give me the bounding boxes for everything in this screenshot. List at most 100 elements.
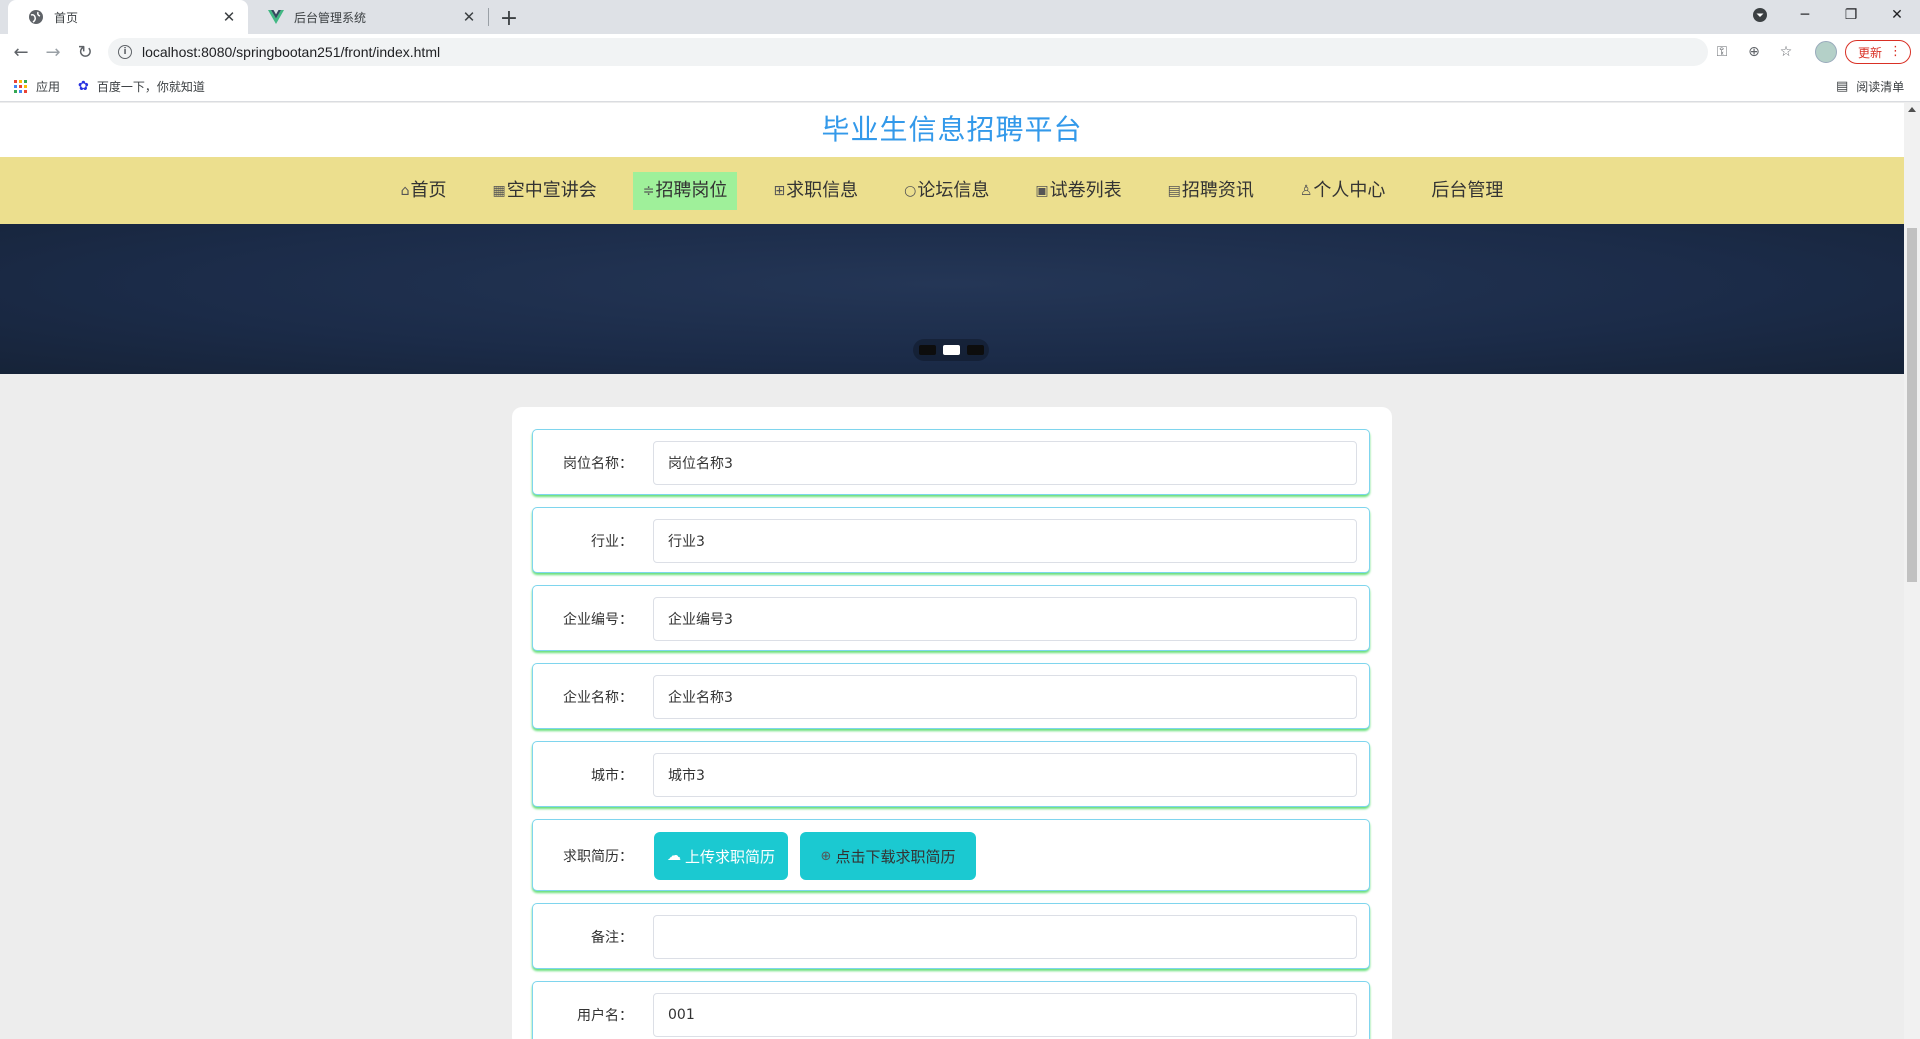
nav-label: 论坛信息 — [917, 179, 990, 201]
grid-icon: ▦ — [492, 182, 506, 199]
industry-input[interactable]: 行业3 — [653, 519, 1357, 563]
carousel-dot-active[interactable] — [942, 345, 960, 355]
nav-item-jobs[interactable]: ≑ 招聘岗位 — [632, 171, 738, 210]
bookmark-apps[interactable]: 应用 — [14, 78, 60, 95]
tab-separator — [488, 8, 489, 26]
field-label: 求职简历： — [563, 849, 633, 865]
address-bar[interactable]: i localhost:8080/springbootan251/front/i… — [108, 38, 1792, 66]
field-label: 企业名称： — [563, 690, 633, 706]
apps-icon: ▣ — [1035, 182, 1049, 199]
restore-icon[interactable]: ❐ — [1828, 0, 1874, 30]
back-arrow-icon[interactable]: ← — [8, 39, 34, 65]
url-text: localhost:8080/springbootan251/front/ind… — [142, 44, 441, 60]
user-icon: ♙ — [1299, 182, 1313, 199]
tab-admin[interactable]: 后台管理系统 ✕ — [248, 0, 488, 34]
baidu-paw-icon: ✿ — [78, 79, 89, 94]
circle-icon: ○ — [904, 182, 917, 199]
nav-item-profile[interactable]: ♙ 个人中心 — [1290, 172, 1396, 210]
menu-icon[interactable]: ⋮ — [1889, 44, 1902, 59]
sliders-icon: ≑ — [642, 182, 655, 199]
reading-list-label: 阅读清单 — [1856, 80, 1905, 94]
form-row-username: 用户名： 001 — [532, 981, 1370, 1039]
page-scrollbar[interactable] — [1904, 103, 1920, 1039]
form-row-remark: 备注： — [532, 903, 1370, 969]
username-input[interactable]: 001 — [653, 993, 1357, 1037]
page-content: 毕业生信息招聘平台 ⌂ 首页 ▦ 空中宣讲会 ≑ 招聘岗位 ⊞ 求职信息 ○ 论… — [0, 103, 1904, 1039]
nav-label: 试卷列表 — [1049, 179, 1122, 201]
field-label: 岗位名称： — [563, 456, 633, 472]
bookmark-label: 百度一下，你就知道 — [96, 80, 205, 94]
carousel-dot[interactable] — [918, 345, 936, 355]
form-row-company-id: 企业编号： 企业编号3 — [532, 585, 1370, 651]
carousel-dot[interactable] — [966, 345, 984, 355]
download-resume-button[interactable]: ⊕ 点击下载求职简历 — [800, 832, 976, 880]
form-row-city: 城市： 城市3 — [532, 741, 1370, 807]
carousel-indicators — [913, 339, 989, 361]
key-icon[interactable]: ⚿ — [1712, 42, 1732, 62]
form-row-industry: 行业： 行业3 — [532, 507, 1370, 573]
close-tab-icon[interactable]: ✕ — [460, 8, 478, 26]
nav-label: 求职信息 — [786, 179, 859, 201]
tab-home[interactable]: 首页 ✕ — [8, 0, 248, 34]
document-icon: ▤ — [1167, 182, 1181, 199]
nav-label: 首页 — [410, 179, 447, 201]
reload-icon[interactable]: ↻ — [72, 39, 98, 65]
star-icon[interactable]: ☆ — [1776, 42, 1796, 62]
reading-list-icon: ▤ — [1836, 79, 1849, 94]
close-window-icon[interactable]: ✕ — [1874, 0, 1920, 30]
bookmark-baidu[interactable]: ✿ 百度一下，你就知道 — [78, 78, 205, 95]
nav-item-admin[interactable]: 后台管理 — [1421, 172, 1513, 210]
nav-label: 空中宣讲会 — [506, 179, 597, 201]
update-button[interactable]: 更新 ⋮ — [1845, 40, 1911, 64]
zoom-icon[interactable]: ⊕ — [1744, 42, 1764, 62]
position-name-input[interactable]: 岗位名称3 — [653, 441, 1357, 485]
nav-label: 招聘岗位 — [655, 179, 728, 201]
bookmarks-bar: 应用 ✿ 百度一下，你就知道 ▤ 阅读清单 — [0, 70, 1920, 102]
profile-dropdown-icon[interactable] — [1737, 0, 1783, 30]
browser-toolbar: ← → ↻ i localhost:8080/springbootan251/f… — [0, 34, 1920, 70]
nav-item-briefing[interactable]: ▦ 空中宣讲会 — [482, 172, 606, 210]
field-label: 城市： — [591, 768, 633, 784]
download-circle-icon: ⊕ — [820, 848, 832, 864]
nav-item-jobseek[interactable]: ⊞ 求职信息 — [763, 172, 868, 210]
cloud-upload-icon: ☁ — [666, 848, 681, 864]
scrollbar-thumb[interactable] — [1907, 228, 1917, 582]
field-label: 行业： — [591, 534, 633, 550]
minimize-icon[interactable]: ─ — [1782, 0, 1828, 30]
vue-logo-icon — [268, 9, 284, 25]
company-name-input[interactable]: 企业名称3 — [653, 675, 1357, 719]
form-row-position-name: 岗位名称： 岗位名称3 — [532, 429, 1370, 495]
reading-list[interactable]: ▤ 阅读清单 — [1836, 78, 1904, 95]
upload-resume-button[interactable]: ☁ 上传求职简历 — [654, 832, 788, 880]
scroll-up-arrow-icon[interactable] — [1908, 107, 1916, 112]
carousel-banner — [0, 224, 1904, 374]
nav-item-home[interactable]: ⌂ 首页 — [391, 172, 457, 210]
globe-icon — [28, 9, 44, 25]
nav-item-exams[interactable]: ▣ 试卷列表 — [1025, 172, 1131, 210]
field-label: 备注： — [591, 930, 633, 946]
tab-title: 首页 — [54, 10, 79, 25]
remark-input[interactable] — [653, 915, 1357, 959]
nav-label: 后台管理 — [1431, 179, 1504, 201]
upload-label: 上传求职简历 — [684, 847, 775, 866]
company-id-input[interactable]: 企业编号3 — [653, 597, 1357, 641]
update-label: 更新 — [1858, 45, 1883, 60]
main-nav: ⌂ 首页 ▦ 空中宣讲会 ≑ 招聘岗位 ⊞ 求职信息 ○ 论坛信息 ▣ 试卷列表… — [0, 157, 1904, 224]
nav-label: 招聘资讯 — [1181, 179, 1254, 201]
site-info-icon[interactable]: i — [118, 45, 132, 59]
site-title: 毕业生信息招聘平台 — [0, 103, 1904, 157]
bookmark-label: 应用 — [36, 80, 61, 94]
forward-arrow-icon[interactable]: → — [40, 39, 66, 65]
nav-item-news[interactable]: ▤ 招聘资讯 — [1158, 172, 1264, 210]
close-tab-icon[interactable]: ✕ — [220, 8, 238, 26]
download-label: 点击下载求职简历 — [835, 847, 956, 866]
field-label: 企业编号： — [563, 612, 633, 628]
job-detail-form: 岗位名称： 岗位名称3 行业： 行业3 企业编号： 企业编号3 企业名称： 企业… — [512, 407, 1392, 1039]
nav-item-forum[interactable]: ○ 论坛信息 — [894, 172, 999, 210]
form-row-resume: 求职简历： ☁ 上传求职简历 ⊕ 点击下载求职简历 — [532, 819, 1370, 891]
avatar[interactable] — [1815, 41, 1837, 63]
city-input[interactable]: 城市3 — [653, 753, 1357, 797]
home-icon: ⌂ — [400, 182, 410, 199]
form-row-company-name: 企业名称： 企业名称3 — [532, 663, 1370, 729]
new-tab-icon[interactable]: + — [496, 5, 522, 31]
